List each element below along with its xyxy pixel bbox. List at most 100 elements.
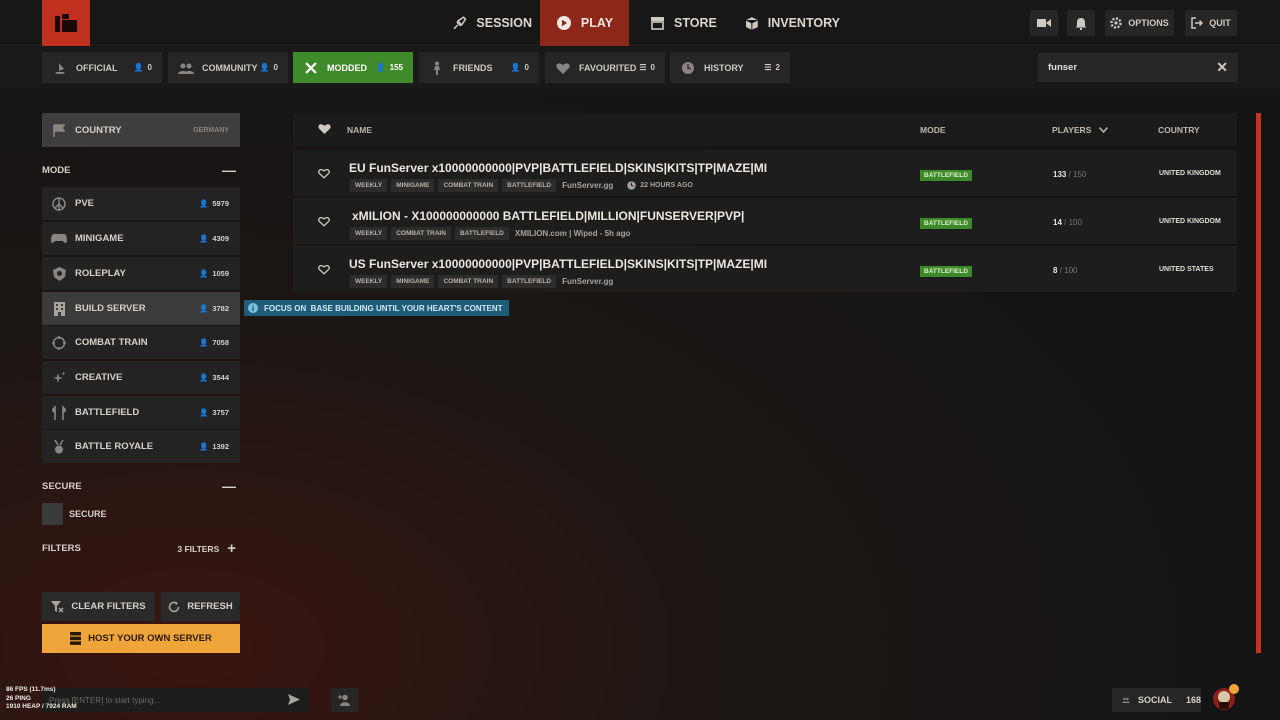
tab-favourited[interactable]: FAVOURITED ☰ 0	[545, 52, 665, 83]
mode-badge: BATTLEFIELD	[920, 266, 972, 277]
social-button[interactable]: SOCIAL 168	[1112, 688, 1201, 712]
mode-roleplay[interactable]: ROLEPLAY 👤 1059	[42, 257, 240, 290]
tab-friends[interactable]: FRIENDS 👤 0	[419, 52, 539, 83]
person-icon: 👤	[375, 63, 386, 72]
nav-play[interactable]: PLAY	[540, 0, 629, 46]
filters-section[interactable]: FILTERS 3 FILTERS +	[42, 540, 240, 557]
person-icon: 👤	[198, 373, 209, 382]
mode-build-server[interactable]: BUILD SERVER 👤 3782	[42, 292, 240, 325]
table-row[interactable]: xMILION - X100000000000 BATTLEFIELD|MILL…	[293, 198, 1237, 244]
mode-creative[interactable]: CREATIVE 👤 3544	[42, 361, 240, 394]
tab-official-count: 👤 0	[134, 63, 152, 72]
mode-label: PVE	[75, 198, 95, 209]
nav-inventory-label: INVENTORY	[767, 16, 840, 30]
mode-count: 👤 1059	[199, 269, 229, 278]
country-label: COUNTRY	[75, 124, 122, 136]
favourite-heart-icon[interactable]	[318, 166, 330, 184]
country-filter[interactable]: COUNTRY GERMANY	[42, 113, 240, 147]
favourite-heart-icon[interactable]	[318, 214, 330, 232]
tab-modded-count: 👤 155	[376, 63, 403, 72]
tab-community[interactable]: COMMUNITY 👤 0	[168, 52, 288, 83]
mode-section-header[interactable]: MODE —	[42, 162, 240, 178]
count-value: 3544	[212, 373, 229, 382]
list-icon: ☰	[639, 63, 647, 72]
refresh-button[interactable]: REFRESH	[161, 592, 240, 621]
camera-button[interactable]	[1030, 10, 1058, 36]
country-value: GERMANY	[193, 126, 229, 134]
options-button[interactable]: OPTIONS	[1105, 10, 1174, 36]
tab-count: 0	[524, 63, 529, 72]
add-friend-button[interactable]	[331, 688, 358, 712]
group-icon	[178, 60, 194, 76]
tab-modded[interactable]: MODDED 👤 155	[293, 52, 413, 83]
tab-community-label: COMMUNITY	[202, 62, 258, 73]
mode-minigame[interactable]: MINIGAME 👤 4309	[42, 222, 240, 255]
collapse-icon[interactable]: —	[222, 478, 236, 494]
column-name[interactable]: NAME	[347, 125, 372, 135]
quit-button[interactable]: QUIT	[1185, 10, 1237, 36]
count-value: 3757	[212, 408, 229, 417]
building-icon	[51, 301, 67, 317]
mode-count: 👤 4309	[199, 234, 229, 243]
person-icon: 👤	[198, 304, 209, 313]
tab-favourited-label: FAVOURITED	[579, 62, 637, 73]
cube-icon	[745, 16, 758, 30]
tag: WEEKLY	[350, 275, 388, 288]
host-server-button[interactable]: HOST YOUR OWN SERVER	[42, 624, 240, 653]
mode-battlefield[interactable]: BATTLEFIELD 👤 3757	[42, 396, 240, 429]
clear-filters-button[interactable]: CLEAR FILTERS	[42, 592, 155, 621]
mode-battle-royale[interactable]: BATTLE ROYALE 👤 1392	[42, 430, 240, 463]
people-icon	[1122, 697, 1130, 703]
nav-store[interactable]: STORE	[650, 0, 720, 46]
nav-play-label: PLAY	[580, 16, 614, 30]
search-input[interactable]: funser ✕	[1038, 53, 1238, 82]
bell-icon	[1075, 17, 1087, 30]
nav-inventory[interactable]: INVENTORY	[745, 0, 840, 46]
column-players[interactable]: PLAYERS	[1052, 125, 1109, 135]
table-scrollbar[interactable]	[1256, 113, 1261, 653]
nav-store-label: STORE	[674, 16, 717, 30]
rust-logo[interactable]	[42, 0, 90, 46]
tab-official[interactable]: OFFICIAL 👤 0	[42, 52, 162, 83]
clear-search-icon[interactable]: ✕	[1216, 59, 1228, 76]
social-label: SOCIAL	[1137, 695, 1172, 705]
chat-input[interactable]: Press [ENTER] to start typing...	[42, 688, 309, 712]
wipe-time: 22 HOURS AGO	[627, 181, 693, 190]
player-avatar[interactable]	[1211, 684, 1239, 712]
refresh-icon	[169, 601, 180, 612]
table-row[interactable]: US FunServer x10000000000|PVP|BATTLEFIEL…	[293, 246, 1237, 292]
secure-option[interactable]: SECURE	[42, 503, 107, 525]
secure-checkbox[interactable]	[42, 503, 63, 525]
table-row[interactable]: EU FunServer x10000000000|PVP|BATTLEFIEL…	[293, 150, 1237, 196]
axes-icon	[51, 405, 67, 421]
column-mode[interactable]: MODE	[920, 125, 946, 135]
favourite-column-heart-icon[interactable]	[318, 123, 331, 136]
count-value: 4309	[212, 234, 229, 243]
column-country[interactable]: COUNTRY	[1158, 125, 1200, 135]
chevron-down-icon	[1099, 127, 1109, 133]
flag-boat-icon	[52, 60, 68, 76]
server-table-header: NAME MODE PLAYERS COUNTRY	[293, 113, 1237, 146]
nav-session[interactable]: SESSION	[452, 0, 532, 46]
person-icon: 👤	[133, 63, 144, 72]
tab-friends-count: 👤 0	[511, 63, 529, 72]
tag: COMBAT TRAIN	[438, 179, 499, 192]
mode-count: 👤 5979	[199, 199, 229, 208]
add-filter-icon[interactable]: +	[227, 540, 236, 557]
mode-combat-train[interactable]: COMBAT TRAIN 👤 7058	[42, 326, 240, 359]
secure-section-header[interactable]: SECURE —	[42, 478, 240, 494]
syringe-icon	[453, 16, 467, 30]
tag: BATTLEFIELD	[502, 275, 557, 288]
collapse-icon[interactable]: —	[222, 162, 236, 178]
secure-label: SECURE	[69, 509, 107, 519]
tab-modded-label: MODDED	[327, 62, 367, 73]
tag: MINIGAME	[391, 275, 435, 288]
mode-pve[interactable]: PVE 👤 5979	[42, 187, 240, 220]
notifications-button[interactable]	[1067, 10, 1095, 36]
send-icon[interactable]	[288, 694, 300, 707]
clear-filters-label: CLEAR FILTERS	[71, 601, 146, 612]
count-value: 1392	[212, 442, 229, 451]
favourite-heart-icon[interactable]	[318, 262, 330, 280]
tab-history[interactable]: HISTORY ☰ 2	[670, 52, 790, 83]
fps-stat: 86 FPS (11.7ms)	[6, 686, 56, 693]
